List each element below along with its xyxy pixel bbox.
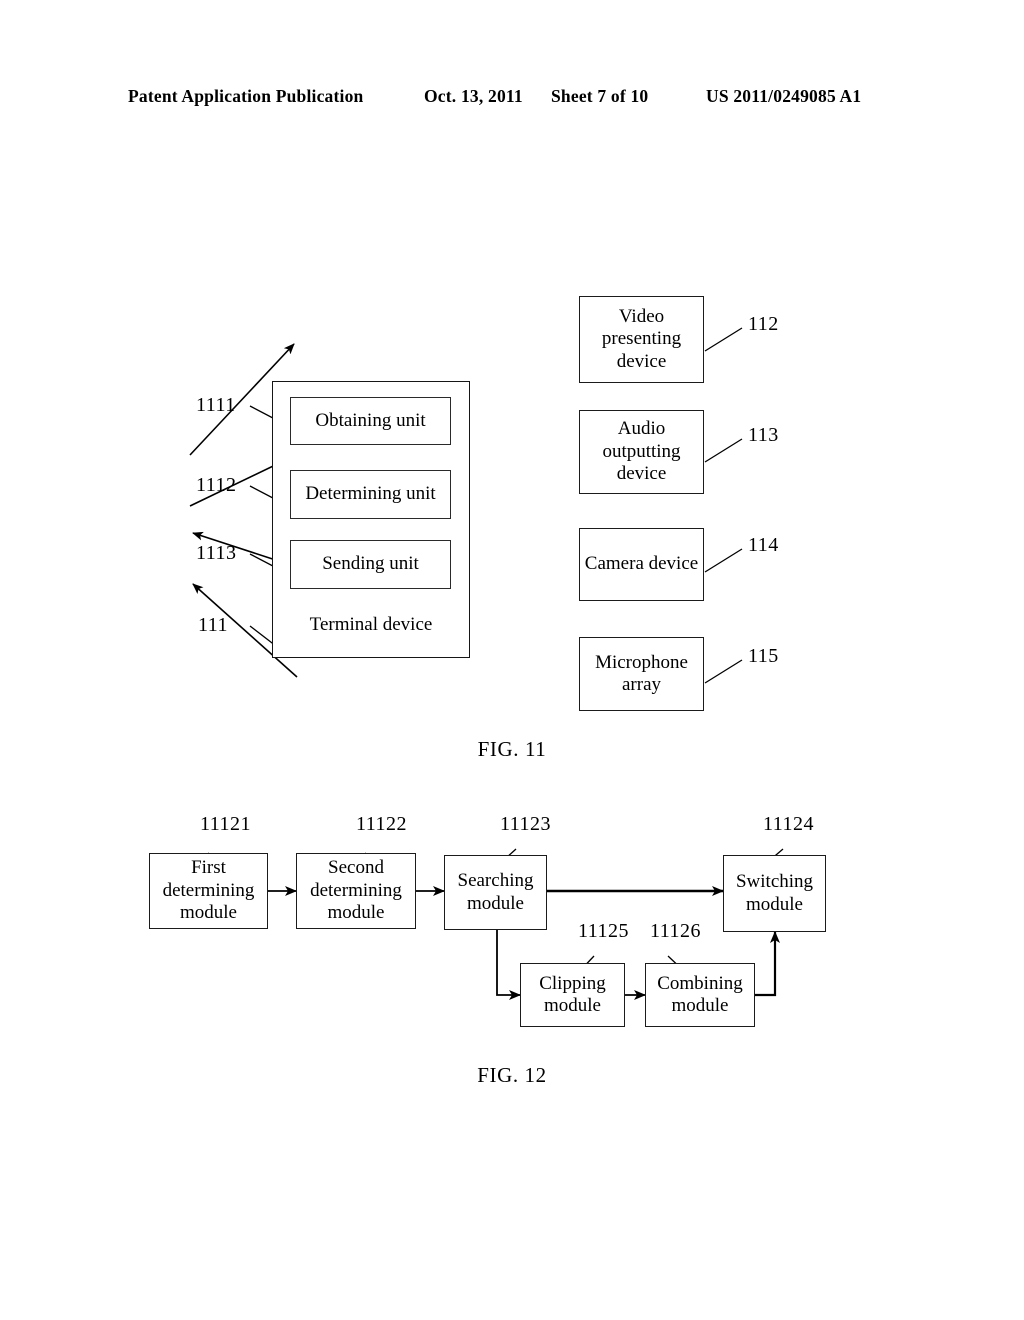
searching-module-label: Searching module	[457, 870, 534, 914]
obtaining-unit-label: Obtaining unit	[315, 409, 426, 431]
video-presenting-device-box[interactable]: Video presenting device	[579, 296, 704, 383]
second-determining-module-box[interactable]: Second determining module	[296, 853, 416, 929]
microphone-array-box[interactable]: Microphone array	[579, 637, 704, 711]
determining-unit-box[interactable]: Determining unit	[290, 470, 451, 519]
audio-outputting-device-box[interactable]: Audio outputting device	[579, 410, 704, 494]
sending-unit-box[interactable]: Sending unit	[290, 540, 451, 589]
reference-numeral-1112: 1112	[196, 474, 237, 496]
header-patent-number: US 2011/0249085 A1	[706, 86, 862, 106]
video-presenting-device-label: Video presenting device	[601, 305, 682, 372]
reference-numeral-11126: 11126	[650, 920, 702, 942]
reference-numeral-114: 114	[748, 534, 779, 556]
figure-12-caption: FIG. 12	[477, 1063, 547, 1087]
sending-unit-label: Sending unit	[322, 553, 419, 575]
obtaining-unit-box[interactable]: Obtaining unit	[290, 397, 451, 445]
determining-unit-label: Determining unit	[305, 483, 436, 505]
reference-numeral-11123: 11123	[500, 813, 552, 835]
arrow-combining-to-switching	[755, 931, 780, 997]
switching-module-box[interactable]: Switching module	[723, 855, 826, 932]
reference-numeral-11121: 11121	[200, 813, 252, 835]
searching-module-box[interactable]: Searching module	[444, 855, 547, 930]
reference-numeral-11124: 11124	[763, 813, 815, 835]
switching-module-label: Switching module	[735, 871, 814, 915]
leader-line-113	[704, 438, 743, 463]
terminal-device-label: Terminal device	[309, 614, 433, 635]
reference-numeral-112: 112	[748, 313, 779, 335]
combining-module-box[interactable]: Combining module	[645, 963, 755, 1027]
header-publication-title: Patent Application Publication	[128, 86, 364, 106]
combining-module-label: Combining module	[657, 972, 743, 1016]
reference-numeral-1113: 1113	[196, 542, 237, 564]
clipping-module-box[interactable]: Clipping module	[520, 963, 625, 1027]
header-publication-date: Oct. 13, 2011	[424, 86, 523, 106]
leader-line-114	[704, 548, 743, 573]
figure-12-connectors	[195, 848, 784, 1000]
first-determining-module-box[interactable]: First determining module	[149, 853, 268, 929]
arrow-searching-to-clipping	[496, 930, 521, 1000]
reference-numeral-115: 115	[748, 645, 779, 667]
second-determining-module-label: Second determining module	[310, 857, 402, 924]
figure-12: First determining module Second determin…	[0, 805, 1024, 1105]
figure-11: Terminal device Obtaining unit Determini…	[0, 280, 1024, 780]
leader-line-115	[704, 659, 743, 684]
audio-outputting-device-label: Audio outputting device	[602, 418, 681, 485]
figure-11-connectors	[189, 327, 743, 684]
reference-numeral-11122: 11122	[356, 813, 408, 835]
clipping-module-label: Clipping module	[539, 972, 606, 1016]
header-sheet-number: Sheet 7 of 10	[551, 86, 649, 106]
figure-11-caption: FIG. 11	[477, 737, 547, 761]
first-determining-module-label: First determining module	[162, 857, 255, 924]
reference-numeral-111: 111	[198, 614, 229, 636]
leader-line-112	[704, 327, 743, 352]
microphone-array-label: Microphone array	[595, 651, 688, 695]
camera-device-label: Camera device	[584, 553, 699, 575]
reference-numeral-11125: 11125	[578, 920, 630, 942]
reference-numeral-113: 113	[748, 424, 779, 446]
camera-device-box[interactable]: Camera device	[579, 528, 704, 601]
page-header: Patent Application Publication Oct. 13, …	[0, 86, 1024, 114]
reference-numeral-1111: 1111	[196, 394, 236, 416]
